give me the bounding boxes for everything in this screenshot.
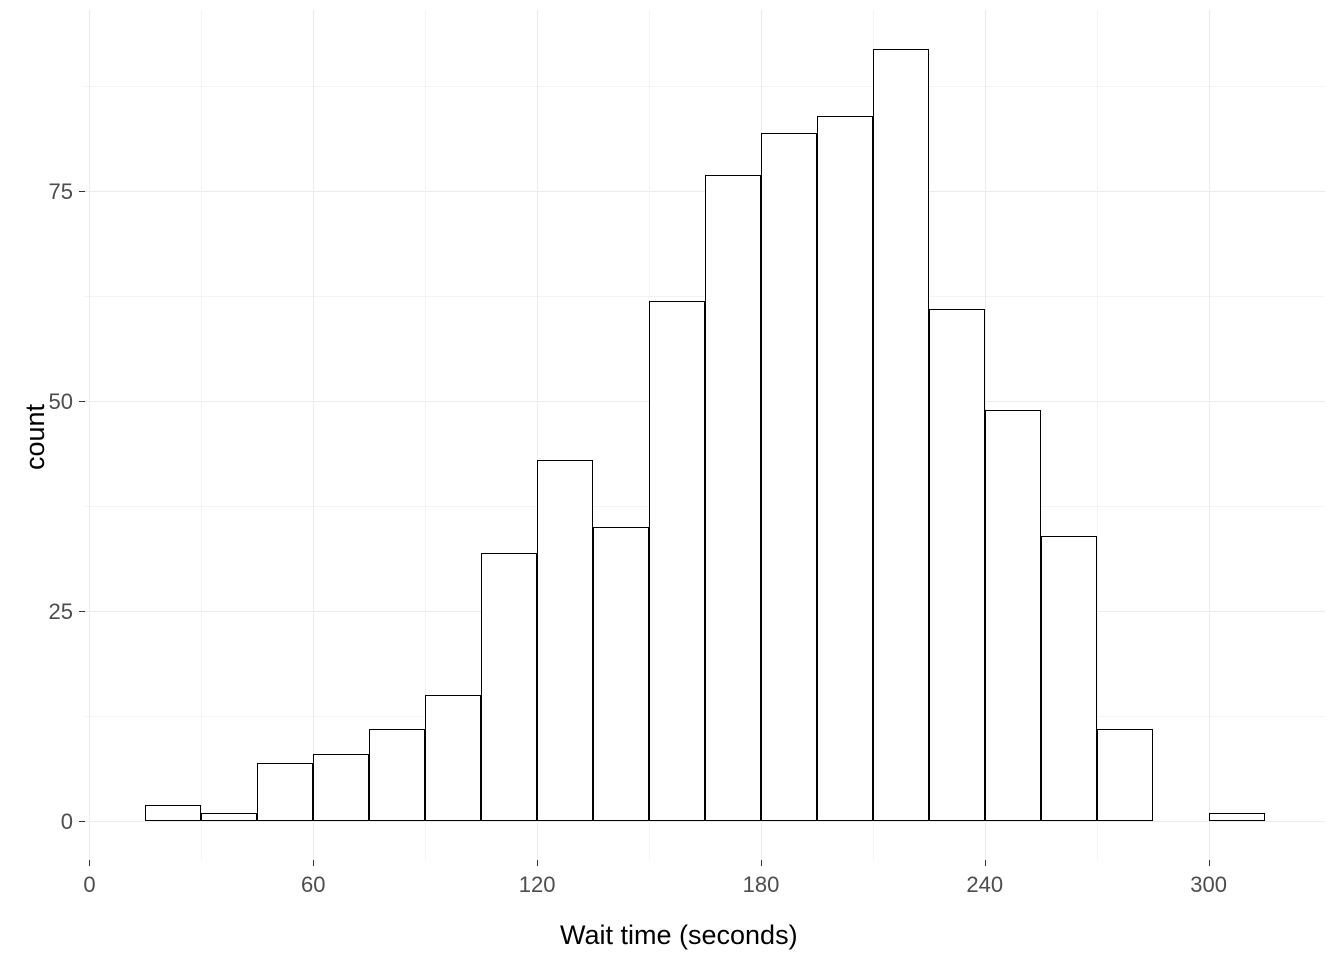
x-tick bbox=[985, 860, 986, 866]
y-tick bbox=[79, 191, 85, 192]
grid-line-vertical bbox=[89, 10, 90, 860]
histogram-chart: 060120180240300 0255075 Wait time (secon… bbox=[0, 0, 1344, 960]
x-tick-label: 300 bbox=[1189, 872, 1229, 898]
histogram-bar bbox=[929, 309, 985, 821]
histogram-bar bbox=[1209, 813, 1265, 821]
y-axis-title: count bbox=[20, 404, 51, 470]
histogram-bar bbox=[425, 695, 481, 821]
x-tick-label: 120 bbox=[517, 872, 557, 898]
histogram-bar bbox=[985, 410, 1041, 822]
x-tick bbox=[1209, 860, 1210, 866]
x-tick bbox=[89, 860, 90, 866]
y-tick-label: 0 bbox=[33, 809, 73, 835]
histogram-bar bbox=[201, 813, 257, 821]
y-tick bbox=[79, 611, 85, 612]
histogram-bar bbox=[369, 729, 425, 821]
y-tick bbox=[79, 401, 85, 402]
histogram-bar bbox=[537, 460, 593, 821]
histogram-bar bbox=[817, 116, 873, 822]
histogram-bar bbox=[649, 301, 705, 822]
x-axis-title: Wait time (seconds) bbox=[560, 920, 798, 951]
x-tick bbox=[537, 860, 538, 866]
histogram-bar bbox=[761, 133, 817, 822]
y-tick bbox=[79, 821, 85, 822]
histogram-bar bbox=[313, 754, 369, 821]
x-tick bbox=[313, 860, 314, 866]
y-tick-label: 75 bbox=[33, 179, 73, 205]
grid-line-vertical bbox=[1209, 10, 1210, 860]
grid-line-vertical-minor bbox=[201, 10, 202, 860]
histogram-bar bbox=[145, 805, 201, 822]
histogram-bar bbox=[705, 175, 761, 822]
y-tick-label: 25 bbox=[33, 599, 73, 625]
grid-line-vertical bbox=[313, 10, 314, 860]
grid-line-horizontal-minor bbox=[85, 86, 1325, 87]
histogram-bar bbox=[873, 49, 929, 822]
histogram-bar bbox=[1041, 536, 1097, 822]
x-tick-label: 60 bbox=[293, 872, 333, 898]
x-tick bbox=[761, 860, 762, 866]
histogram-bar bbox=[481, 553, 537, 822]
histogram-bar bbox=[1097, 729, 1153, 821]
histogram-bar bbox=[257, 763, 313, 822]
histogram-bar bbox=[593, 527, 649, 821]
x-tick-label: 240 bbox=[965, 872, 1005, 898]
grid-line-horizontal bbox=[85, 821, 1325, 822]
x-tick-label: 180 bbox=[741, 872, 781, 898]
x-tick-label: 0 bbox=[69, 872, 109, 898]
